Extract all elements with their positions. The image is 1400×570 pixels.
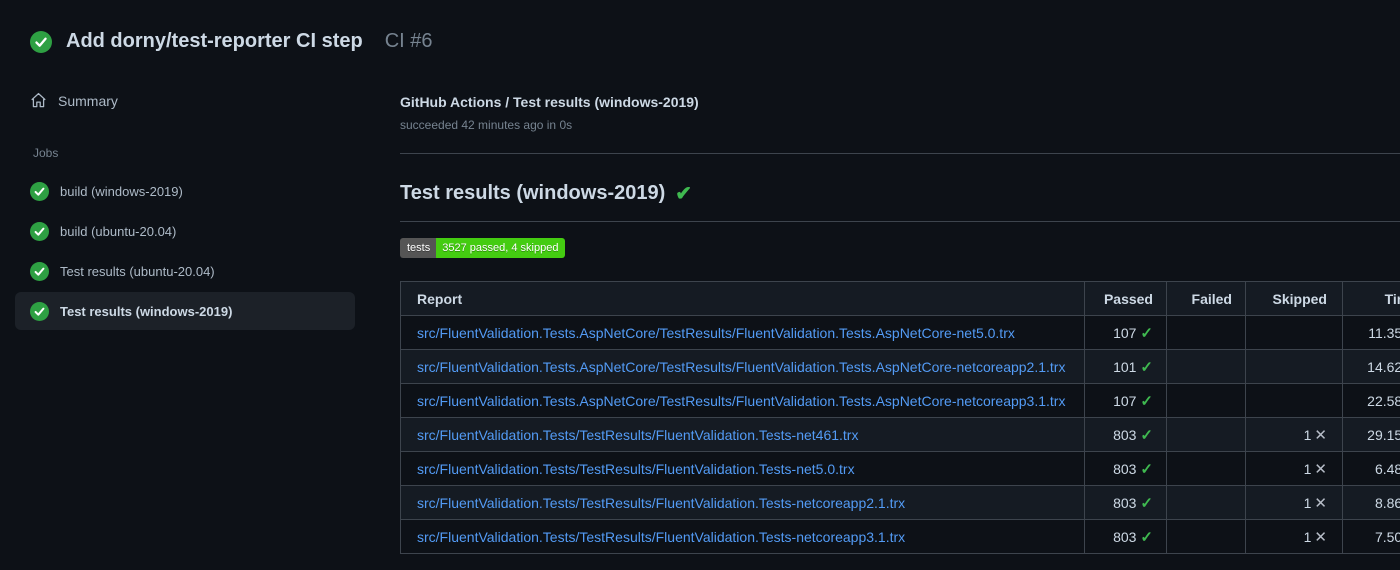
time-cell: 29.153s (1342, 417, 1400, 452)
check-run-status: succeeded 42 minutes ago in 0s (400, 118, 573, 132)
check-icon: ✓ (1140, 494, 1153, 512)
passed-cell: 107 ✓ (1084, 315, 1167, 350)
table-row: src/FluentValidation.Tests.AspNetCore/Te… (400, 349, 1400, 384)
section-title: Test results (windows-2019) (400, 182, 666, 204)
passed-cell: 803 ✓ (1084, 417, 1167, 452)
sidebar-item-summary[interactable]: Summary (30, 92, 118, 109)
time-cell: 14.625s (1342, 349, 1400, 384)
x-icon: ✕ (1314, 426, 1327, 444)
failed-cell (1166, 451, 1246, 486)
job-label: build (ubuntu-20.04) (60, 223, 177, 239)
failed-cell (1166, 417, 1246, 452)
check-icon: ✓ (1140, 392, 1153, 410)
sidebar-job-item[interactable]: build (ubuntu-20.04) (15, 212, 355, 250)
section-title-row: Test results (windows-2019) ✔ (400, 180, 1400, 207)
report-link[interactable]: src/FluentValidation.Tests.AspNetCore/Te… (417, 325, 1015, 341)
badge-value: 3527 passed, 4 skipped (436, 238, 566, 258)
report-link[interactable]: src/FluentValidation.Tests/TestResults/F… (417, 427, 858, 443)
job-label: build (windows-2019) (60, 183, 183, 199)
table-row: src/FluentValidation.Tests/TestResults/F… (400, 519, 1400, 554)
table-row: src/FluentValidation.Tests/TestResults/F… (400, 417, 1400, 452)
failed-cell (1166, 349, 1246, 384)
table-row: src/FluentValidation.Tests/TestResults/F… (400, 451, 1400, 486)
check-icon: ✓ (1140, 460, 1153, 478)
results-table: Report Passed Failed Skipped Time src/Fl… (400, 281, 1400, 554)
sidebar-job-item[interactable]: Test results (windows-2019) (15, 292, 355, 330)
divider (400, 221, 1400, 222)
skipped-cell: 1 ✕ (1245, 519, 1343, 554)
check-circle-icon (30, 261, 49, 281)
table-row: src/FluentValidation.Tests/TestResults/F… (400, 485, 1400, 520)
sidebar-job-item[interactable]: Test results (ubuntu-20.04) (15, 252, 355, 290)
report-link[interactable]: src/FluentValidation.Tests.AspNetCore/Te… (417, 359, 1065, 375)
table-row: src/FluentValidation.Tests.AspNetCore/Te… (400, 315, 1400, 350)
time-cell: 6.485s (1342, 451, 1400, 486)
tests-badge: tests 3527 passed, 4 skipped (400, 238, 566, 258)
check-icon: ✓ (1140, 324, 1153, 342)
passed-cell: 107 ✓ (1084, 383, 1167, 418)
main-content: GitHub Actions / Test results (windows-2… (400, 0, 1400, 554)
check-run-title: GitHub Actions / Test results (windows-2… (400, 94, 699, 110)
time-cell: 11.359s (1342, 315, 1400, 350)
skipped-cell: 1 ✕ (1245, 485, 1343, 520)
sidebar-job-item[interactable]: build (windows-2019) (15, 172, 355, 210)
job-label: Test results (ubuntu-20.04) (60, 263, 215, 279)
column-header-report: Report (400, 281, 1085, 316)
jobs-list: build (windows-2019) build (ubuntu-20.04… (15, 172, 355, 330)
column-header-failed: Failed (1166, 281, 1246, 316)
report-link[interactable]: src/FluentValidation.Tests/TestResults/F… (417, 495, 905, 511)
x-icon: ✕ (1314, 494, 1327, 512)
passed-cell: 803 ✓ (1084, 451, 1167, 486)
home-icon (30, 92, 47, 109)
report-link[interactable]: src/FluentValidation.Tests/TestResults/F… (417, 529, 905, 545)
badge-label: tests (400, 238, 437, 258)
check-icon: ✓ (1140, 426, 1153, 444)
passed-cell: 803 ✓ (1084, 519, 1167, 554)
skipped-cell: 1 ✕ (1245, 451, 1343, 486)
x-icon: ✕ (1314, 528, 1327, 546)
check-icon: ✓ (1140, 358, 1153, 376)
failed-cell (1166, 315, 1246, 350)
skipped-cell (1245, 315, 1343, 350)
passed-cell: 101 ✓ (1084, 349, 1167, 384)
time-cell: 22.582s (1342, 383, 1400, 418)
divider (400, 153, 1400, 154)
table-row: src/FluentValidation.Tests.AspNetCore/Te… (400, 383, 1400, 418)
failed-cell (1166, 519, 1246, 554)
jobs-section-label: Jobs (33, 146, 59, 160)
report-link[interactable]: src/FluentValidation.Tests/TestResults/F… (417, 461, 855, 477)
table-header-row: Report Passed Failed Skipped Time (400, 281, 1400, 316)
skipped-cell: 1 ✕ (1245, 417, 1343, 452)
failed-cell (1166, 485, 1246, 520)
skipped-cell (1245, 349, 1343, 384)
report-link[interactable]: src/FluentValidation.Tests.AspNetCore/Te… (417, 393, 1065, 409)
x-icon: ✕ (1314, 460, 1327, 478)
run-header: Add dorny/test-reporter CI step CI #6 (30, 30, 433, 53)
time-cell: 8.864s (1342, 485, 1400, 520)
check-icon: ✔ (675, 182, 693, 205)
column-header-skipped: Skipped (1245, 281, 1343, 316)
time-cell: 7.503s (1342, 519, 1400, 554)
check-icon: ✓ (1140, 528, 1153, 546)
summary-label: Summary (58, 92, 118, 109)
check-circle-icon (30, 221, 49, 241)
check-circle-icon (30, 181, 49, 201)
job-label: Test results (windows-2019) (60, 303, 233, 319)
failed-cell (1166, 383, 1246, 418)
column-header-passed: Passed (1084, 281, 1167, 316)
skipped-cell (1245, 383, 1343, 418)
check-circle-icon (30, 30, 52, 53)
column-header-time: Time (1342, 281, 1400, 316)
passed-cell: 803 ✓ (1084, 485, 1167, 520)
check-circle-icon (30, 301, 49, 321)
workflow-run-title: Add dorny/test-reporter CI step (66, 30, 363, 52)
